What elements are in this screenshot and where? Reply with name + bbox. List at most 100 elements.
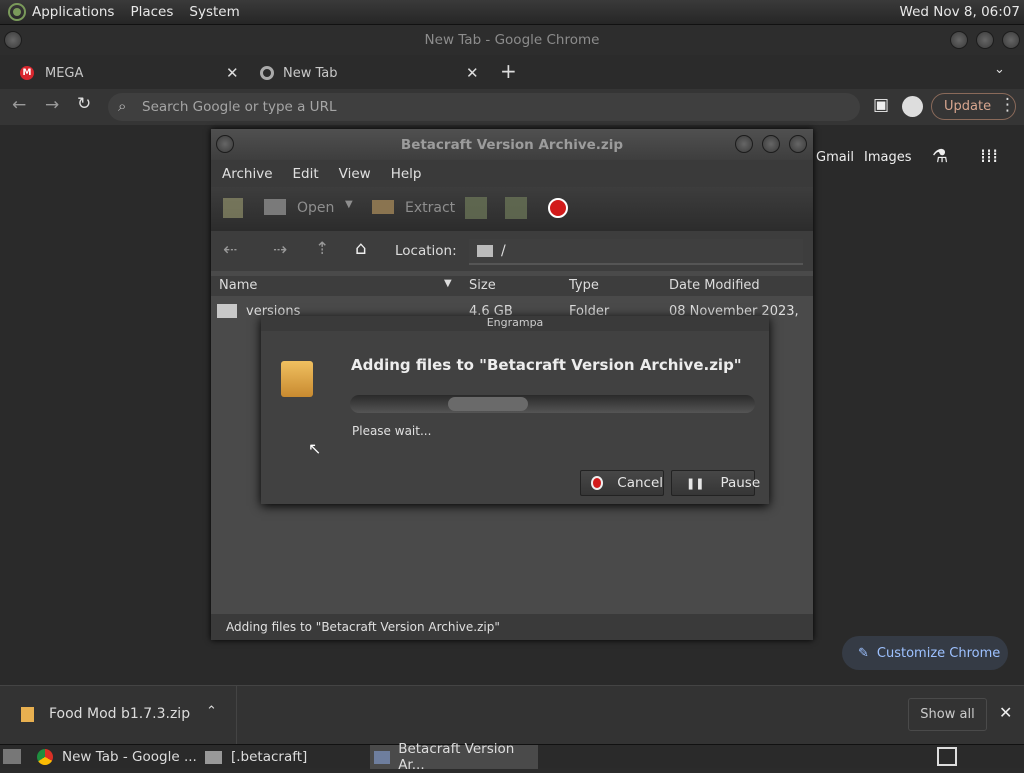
back-icon[interactable]: ⇠ [223, 240, 237, 260]
extract-button[interactable]: Extract [405, 200, 455, 216]
tab-bar: M MEGA ✕ New Tab ✕ + ⌄ [0, 55, 1024, 89]
update-button[interactable]: Update [931, 93, 1016, 120]
apps-grid-icon[interactable]: ⁞⁞⁞ [980, 145, 998, 167]
add-files-icon[interactable] [465, 197, 487, 219]
menu-view[interactable]: View [339, 166, 371, 182]
show-desktop-icon[interactable] [3, 749, 21, 764]
task-label: [.betacraft] [231, 749, 308, 765]
engrampa-titlebar: Betacraft Version Archive.zip [211, 129, 813, 160]
progress-dialog: Engrampa Adding files to "Betacraft Vers… [261, 316, 769, 504]
distro-logo-icon[interactable] [8, 3, 26, 21]
chevron-up-icon[interactable]: ⌃ [206, 704, 217, 719]
omnibox-placeholder: Search Google or type a URL [142, 99, 337, 115]
download-filename: Food Mod b1.7.3.zip [49, 706, 191, 722]
extract-icon[interactable] [372, 200, 394, 214]
window-menu-icon[interactable] [4, 31, 22, 49]
top-panel: Applications Places System Wed Nov 8, 06… [0, 0, 1024, 25]
package-icon [281, 361, 313, 397]
customize-chrome-button[interactable]: ✎ Customize Chrome [842, 636, 1008, 670]
minimize-icon[interactable] [950, 31, 968, 49]
progress-bar [350, 395, 755, 413]
dialog-title: Engrampa [261, 316, 769, 331]
sort-down-icon: ▼ [444, 278, 452, 289]
gmail-link[interactable]: Gmail [816, 150, 854, 165]
download-item[interactable]: Food Mod b1.7.3.zip ⌃ [0, 686, 237, 744]
close-tab-icon[interactable]: ✕ [466, 64, 479, 82]
stop-icon[interactable] [548, 198, 568, 218]
open-icon[interactable] [264, 199, 286, 215]
open-button[interactable]: Open [297, 200, 334, 216]
folder-icon [477, 245, 493, 257]
close-window-icon[interactable] [1002, 31, 1020, 49]
engrampa-toolbar: Open ▼ Extract [211, 187, 813, 231]
cancel-button[interactable]: Cancel [580, 470, 664, 496]
update-label: Update [944, 99, 992, 114]
show-all-button[interactable]: Show all [908, 698, 987, 731]
task-betacraft-folder[interactable]: [.betacraft] [205, 745, 365, 769]
open-dropdown-icon[interactable]: ▼ [345, 199, 353, 210]
mouse-cursor-icon: ↖ [308, 439, 322, 458]
zip-file-icon [21, 707, 34, 722]
tab-search-chevron-icon[interactable]: ⌄ [994, 62, 1005, 77]
column-name[interactable]: Name [219, 278, 257, 293]
applications-menu[interactable]: Applications [32, 4, 114, 20]
show-all-label: Show all [920, 707, 975, 722]
new-archive-icon[interactable] [223, 198, 243, 218]
maximize-icon[interactable] [976, 31, 994, 49]
back-icon[interactable]: ← [12, 95, 26, 115]
window-menu-icon[interactable] [216, 135, 234, 153]
close-tab-icon[interactable]: ✕ [226, 64, 239, 82]
dialog-heading: Adding files to "Betacraft Version Archi… [351, 356, 742, 374]
folder-icon [217, 304, 237, 318]
clock[interactable]: Wed Nov 8, 06:07 [900, 4, 1020, 20]
images-link[interactable]: Images [864, 150, 912, 165]
profile-avatar-icon[interactable] [902, 96, 923, 117]
close-window-icon[interactable] [789, 135, 807, 153]
menu-archive[interactable]: Archive [222, 166, 273, 182]
workspace-switcher-icon[interactable] [937, 747, 957, 766]
window-title: New Tab - Google Chrome [424, 32, 600, 48]
location-value: / [501, 243, 506, 259]
pause-button[interactable]: ❚❚ Pause [671, 470, 760, 496]
task-chrome[interactable]: New Tab - Google ... [37, 745, 197, 769]
side-panel-icon[interactable]: ▣ [873, 95, 889, 115]
search-icon: ⌕ [118, 97, 127, 115]
cancel-label: Cancel [617, 475, 663, 491]
column-date-modified[interactable]: Date Modified [669, 278, 760, 293]
maximize-icon[interactable] [762, 135, 780, 153]
engrampa-menubar: Archive Edit View Help [211, 160, 813, 187]
location-field[interactable]: / [469, 239, 803, 265]
menu-help[interactable]: Help [391, 166, 422, 182]
home-icon[interactable]: ⌂ [355, 238, 366, 259]
pencil-icon: ✎ [858, 645, 869, 661]
minimize-icon[interactable] [735, 135, 753, 153]
taskbar: New Tab - Google ... [.betacraft] Betacr… [0, 741, 1024, 773]
menu-edit[interactable]: Edit [293, 166, 319, 182]
task-engrampa[interactable]: Betacraft Version Ar... [370, 741, 538, 773]
places-menu[interactable]: Places [130, 4, 173, 20]
tab-new-tab[interactable]: New Tab ✕ [260, 60, 485, 86]
close-download-bar-icon[interactable]: ✕ [999, 703, 1012, 722]
wait-text: Please wait... [352, 424, 432, 438]
up-icon[interactable]: ⇡ [315, 239, 329, 259]
forward-icon[interactable]: ⇢ [273, 240, 287, 260]
download-bar: Food Mod b1.7.3.zip ⌃ Show all ✕ [0, 685, 1024, 744]
new-tab-plus-icon[interactable]: + [500, 59, 517, 83]
location-label: Location: [395, 243, 457, 259]
cancel-icon [591, 476, 604, 490]
column-type[interactable]: Type [569, 278, 599, 293]
tab-mega[interactable]: M MEGA ✕ [20, 60, 245, 86]
task-label: New Tab - Google ... [62, 749, 197, 765]
column-size[interactable]: Size [469, 278, 496, 293]
file-list-header: Name ▼ Size Type Date Modified [211, 276, 813, 296]
add-folder-icon[interactable] [505, 197, 527, 219]
customize-label: Customize Chrome [876, 645, 1001, 661]
labs-flask-icon[interactable]: ⚗ [932, 146, 948, 167]
engrampa-location-bar: ⇠ ⇢ ⇡ ⌂ Location: / [211, 231, 813, 271]
reload-icon[interactable]: ↻ [77, 94, 91, 114]
mega-icon: M [20, 66, 34, 80]
omnibox[interactable]: ⌕ Search Google or type a URL [108, 93, 860, 121]
forward-icon[interactable]: → [45, 95, 59, 115]
folder-icon [205, 750, 222, 764]
system-menu[interactable]: System [189, 4, 239, 20]
